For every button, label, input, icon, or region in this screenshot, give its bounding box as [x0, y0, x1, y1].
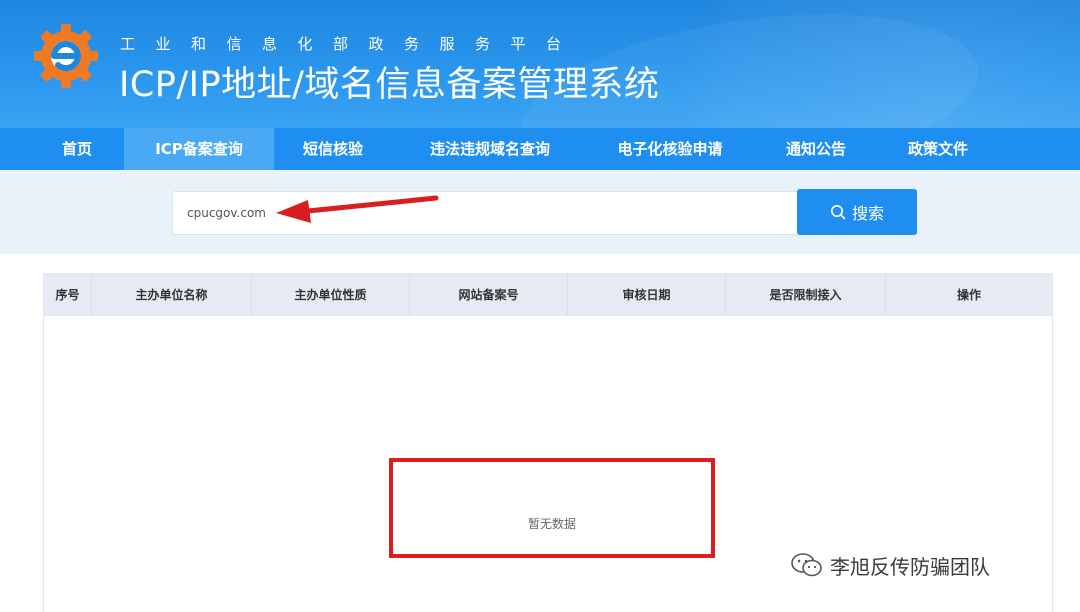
search-button[interactable]: 搜索 — [797, 189, 917, 235]
column-header-org-type: 主办单位性质 — [252, 274, 410, 316]
wechat-icon — [791, 553, 822, 577]
nav-item-icp-query[interactable]: ICP备案查询 — [124, 128, 274, 170]
red-arrow-annotation — [276, 195, 439, 223]
column-header-review-date: 审核日期 — [568, 274, 726, 316]
nav-item-policy-docs[interactable]: 政策文件 — [880, 128, 996, 170]
site-header: 工业和信息化部政务服务平台 ICP/IP地址/域名信息备案管理系统 — [0, 0, 1080, 128]
nav-item-notices[interactable]: 通知公告 — [752, 128, 880, 170]
nav-item-sms-verify[interactable]: 短信核验 — [274, 128, 392, 170]
gear-logo-icon — [34, 24, 98, 88]
nav-item-home[interactable]: 首页 — [30, 128, 124, 170]
watermark: 李旭反传防骗团队 — [790, 549, 990, 581]
page: 工业和信息化部政务服务平台 ICP/IP地址/域名信息备案管理系统 首页 ICP… — [0, 0, 1080, 612]
empty-state-highlight — [389, 458, 715, 558]
search-input[interactable] — [172, 191, 798, 235]
nav-item-illegal-domain-query[interactable]: 违法违规域名查询 — [392, 128, 588, 170]
empty-state-text: 暂无数据 — [527, 517, 576, 531]
column-header-access-restricted: 是否限制接入 — [726, 274, 886, 316]
column-header-license-no: 网站备案号 — [410, 274, 568, 316]
main-nav: 首页 ICP备案查询 短信核验 违法违规域名查询 电子化核验申请 通知公告 政策… — [0, 128, 1080, 170]
watermark-text: 李旭反传防骗团队 — [830, 554, 990, 579]
search-icon — [830, 205, 846, 220]
header-subtitle: 工业和信息化部政务服务平台 — [120, 35, 582, 53]
column-header-org-name: 主办单位名称 — [92, 274, 252, 316]
column-header-actions: 操作 — [956, 288, 981, 302]
column-header-index: 序号 — [44, 274, 92, 316]
nav-item-e-verify-apply[interactable]: 电子化核验申请 — [588, 128, 752, 170]
page-title: ICP/IP地址/域名信息备案管理系统 — [119, 65, 660, 105]
table-header: 序号 主办单位名称 主办单位性质 网站备案号 审核日期 是否限制接入 操作 — [44, 274, 1052, 316]
search-button-label: 搜索 — [851, 204, 884, 223]
